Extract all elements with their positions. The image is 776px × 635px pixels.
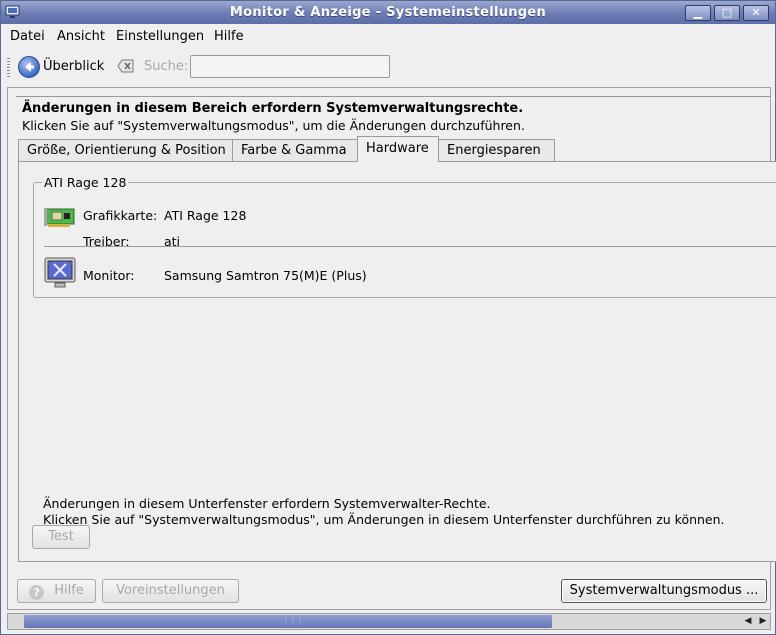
menu-datei[interactable]: Datei <box>10 29 45 44</box>
help-icon: ? <box>29 585 45 600</box>
search-label: Suche: <box>144 59 189 74</box>
help-button[interactable]: ? Hilfe <box>17 579 96 603</box>
notice-top-rule <box>16 96 770 97</box>
monitor-value: Samsung Samtron 75(M)E (Plus) <box>164 268 367 283</box>
close-button[interactable]: ✕ <box>743 5 769 21</box>
graphics-card-label: Grafikkarte: <box>83 208 158 223</box>
admin-mode-button[interactable]: Systemverwaltungsmodus ... <box>561 579 767 603</box>
tab-hardware[interactable]: Hardware <box>357 136 439 162</box>
tab-color-gamma[interactable]: Farbe & Gamma <box>232 139 358 161</box>
hardware-tab-panel: ATI Rage 128 Grafikkarte: ATI Rage 128 T… <box>18 161 776 562</box>
scrollbar-grip-icon: ⋮⋮⋮ <box>282 617 304 626</box>
scroll-left-icon[interactable]: ◀ <box>741 615 755 628</box>
notice-text: Klicken Sie auf "Systemverwaltungsmodus"… <box>22 118 525 133</box>
monitor-label: Monitor: <box>83 268 135 283</box>
minimize-button[interactable]: ▁ <box>685 5 711 21</box>
clear-search-icon[interactable] <box>117 59 135 73</box>
content-area: Änderungen in diesem Bereich erfordern S… <box>7 87 776 610</box>
scroll-right-icon[interactable]: ▶ <box>756 615 770 628</box>
window-title: Monitor & Anzeige - Systemeinstellungen <box>229 5 547 20</box>
menu-hilfe[interactable]: Hilfe <box>214 29 244 44</box>
menu-bar: Datei Ansicht Einstellungen Hilfe <box>1 25 775 49</box>
toolbar-grip[interactable] <box>7 58 10 78</box>
title-bar[interactable]: Monitor & Anzeige - Systemeinstellungen … <box>1 1 775 24</box>
tab-size-orientation[interactable]: Größe, Orientierung & Position <box>18 139 233 161</box>
notice-title: Änderungen in diesem Bereich erfordern S… <box>22 101 524 116</box>
test-button[interactable]: Test <box>32 525 90 549</box>
maximize-button[interactable]: □ <box>714 5 740 21</box>
menu-einstellungen[interactable]: Einstellungen <box>116 29 204 44</box>
graphics-card-value: ATI Rage 128 <box>164 208 247 223</box>
graphics-card-icon <box>44 208 75 227</box>
horizontal-scrollbar[interactable]: ⋮⋮⋮ ◀ ▶ <box>7 613 771 630</box>
overview-button[interactable]: Überblick <box>43 59 104 74</box>
menu-ansicht[interactable]: Ansicht <box>57 29 105 44</box>
hardware-groupbox: ATI Rage 128 Grafikkarte: ATI Rage 128 T… <box>33 175 776 298</box>
panel-note-line1: Änderungen in diesem Unterfenster erford… <box>43 496 491 511</box>
tab-energy-saving[interactable]: Energiesparen <box>438 139 555 161</box>
groupbox-divider <box>44 246 776 247</box>
search-input[interactable] <box>190 55 390 78</box>
scrollbar-thumb[interactable]: ⋮⋮⋮ <box>24 615 552 628</box>
panel-note-line2: Klicken Sie auf "Systemverwaltungsmodus"… <box>43 512 725 527</box>
groupbox-title: ATI Rage 128 <box>42 175 129 190</box>
main-window: Monitor & Anzeige - Systemeinstellungen … <box>0 0 776 635</box>
defaults-button[interactable]: Voreinstellungen <box>102 579 239 603</box>
monitor-icon <box>44 257 76 288</box>
help-button-label: Hilfe <box>54 583 84 598</box>
back-arrow-icon[interactable] <box>18 56 40 78</box>
toolbar: Überblick Suche: <box>1 50 775 83</box>
